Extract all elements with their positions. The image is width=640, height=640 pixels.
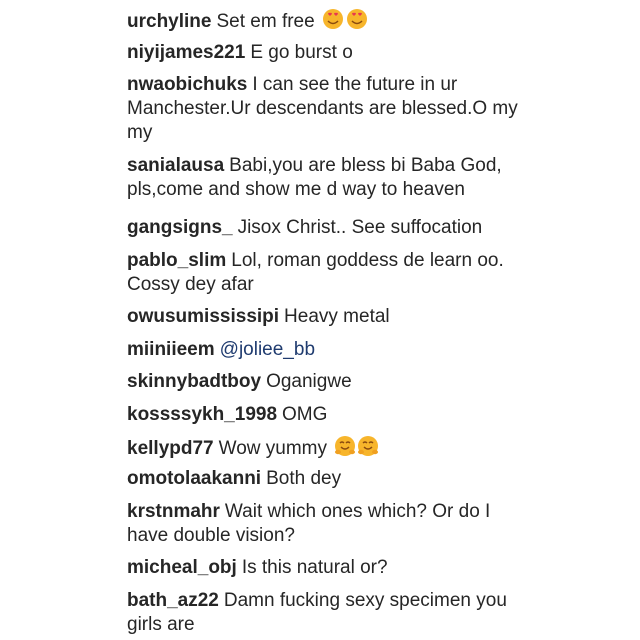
comment-username[interactable]: pablo_slim [127,250,226,271]
comment-item: sanialausa Babi,you are bless bi Baba God… [127,154,527,202]
comment-item: pablo_slim Lol, roman goddess de learn oo… [127,249,527,297]
comment-username[interactable]: krstnmahr [127,501,220,522]
smiling-heart-eyes-face-icon [322,8,370,30]
comment-text: OMG [282,404,328,425]
comment-item: owusumississipi Heavy metal [127,305,527,329]
comment-text: Set em free [216,11,315,32]
comment-username[interactable]: nwaobichuks [127,74,247,95]
hugging-face-icon [334,435,380,457]
comment-username[interactable]: micheal_obj [127,557,237,578]
comment-username[interactable]: miiniieem [127,339,215,360]
comment-item: kellypd77 Wow yummy [127,435,527,461]
comment-item: nwaobichuks I can see the future in ur Ma… [127,73,527,145]
comment-username[interactable]: owusumississipi [127,306,279,327]
mention-link[interactable]: @joliee_bb [220,339,315,360]
comment-item: krstnmahr Wait which ones which? Or do I … [127,500,527,548]
comment-text: Both dey [266,468,342,489]
comment-item: miiniieem @joliee_bb [127,338,527,362]
comment-item: niyijames221 E go burst o [127,41,527,65]
comment-text: E go burst o [250,42,353,63]
comment-username[interactable]: urchyline [127,11,211,32]
comment-item: skinnybadtboy Oganigwe [127,370,527,394]
comment-item: kossssykh_1998 OMG [127,403,527,427]
comment-text: Oganigwe [266,371,352,392]
comment-username[interactable]: bath_az22 [127,590,219,611]
comment-item: urchyline Set em free [127,8,527,34]
comment-username[interactable]: sanialausa [127,155,224,176]
comment-username[interactable]: kellypd77 [127,438,214,459]
comment-item: bath_az22 Damn fucking sexy specimen you … [127,589,527,637]
comment-username[interactable]: gangsigns_ [127,217,233,238]
comment-username[interactable]: skinnybadtboy [127,371,261,392]
comment-text: Jisox Christ.. See suffocation [237,217,483,238]
comment-item: omotolaakanni Both dey [127,467,527,491]
comment-username[interactable]: omotolaakanni [127,468,261,489]
comment-text: Wow yummy [218,438,327,459]
comment-item: gangsigns_ Jisox Christ.. See suffocation [127,216,527,240]
comment-username[interactable]: kossssykh_1998 [127,404,277,425]
comment-username[interactable]: niyijames221 [127,42,245,63]
comment-item: micheal_obj Is this natural or? [127,556,527,580]
comment-text: Is this natural or? [241,557,388,578]
comment-text: Heavy metal [284,306,390,327]
